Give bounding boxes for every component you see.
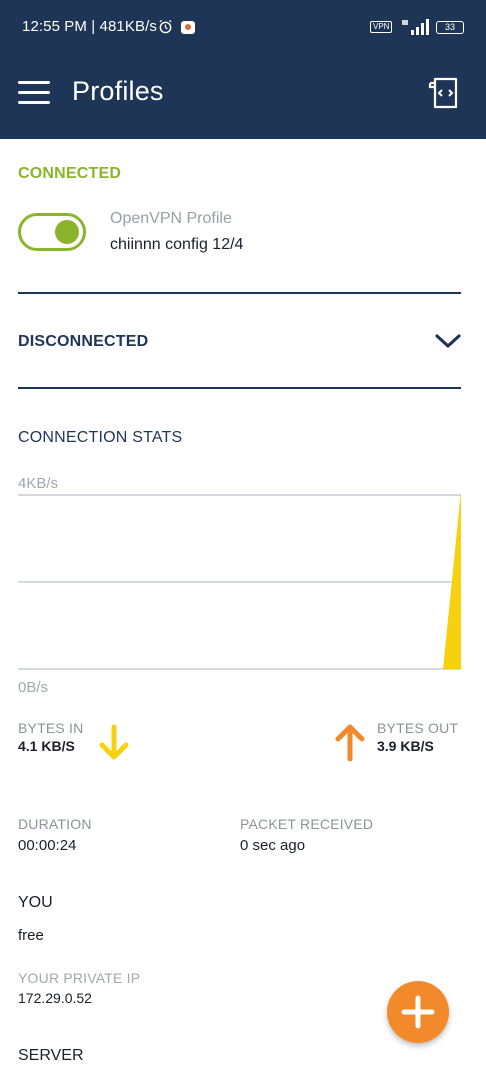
disconnected-section-title[interactable]: DISCONNECTED [18,333,148,351]
profile-type: OpenVPN Profile [110,210,232,227]
vpn-badge: VPN [370,21,393,33]
traffic-chart [18,494,461,670]
status-bar: 12:55 PM | 481KB/s VPN 33 [0,0,486,45]
bytes-out-value: 3.9 KB/S [377,738,434,754]
plus-icon [401,995,435,1029]
you-value: free [18,927,44,944]
alarm-icon [159,19,172,34]
duration-label: DURATION [18,816,92,832]
bytes-out-label: BYTES OUT [377,720,459,736]
battery-icon: 33 [436,21,464,34]
arrow-down-icon [99,724,129,760]
divider [18,387,461,389]
chart-axis-max-label: 4KB/s [18,475,59,492]
chevron-down-icon[interactable] [434,331,462,351]
private-ip-value: 172.29.0.52 [18,990,92,1006]
import-profile-icon[interactable] [426,75,462,111]
you-label: YOU [18,894,53,911]
connection-stats-title: CONNECTION STATS [18,429,183,446]
toggle-knob [55,220,79,244]
chart-axis-min-label: 0B/s [18,679,49,696]
menu-icon[interactable] [18,81,50,105]
private-ip-label: YOUR PRIVATE IP [18,970,141,986]
status-time-speed: 12:55 PM | 481KB/s [22,18,157,35]
divider [18,292,461,294]
packet-received-value: 0 sec ago [240,837,306,854]
packet-received-label: PACKET RECEIVED [240,816,374,832]
profile-name[interactable]: chiinnn config 12/4 [110,236,243,254]
duration-value: 00:00:24 [18,837,77,854]
signal-icon [402,19,429,35]
bytes-in-value: 4.1 KB/S [18,738,75,754]
server-label: SERVER [18,1047,84,1064]
arrow-up-icon [335,724,365,762]
connected-section-title: CONNECTED [18,165,122,182]
connection-toggle[interactable] [18,213,86,251]
add-profile-button[interactable] [387,981,449,1043]
bytes-in-label: BYTES IN [18,720,84,736]
page-title: Profiles [72,76,164,106]
notification-icon [181,21,195,34]
